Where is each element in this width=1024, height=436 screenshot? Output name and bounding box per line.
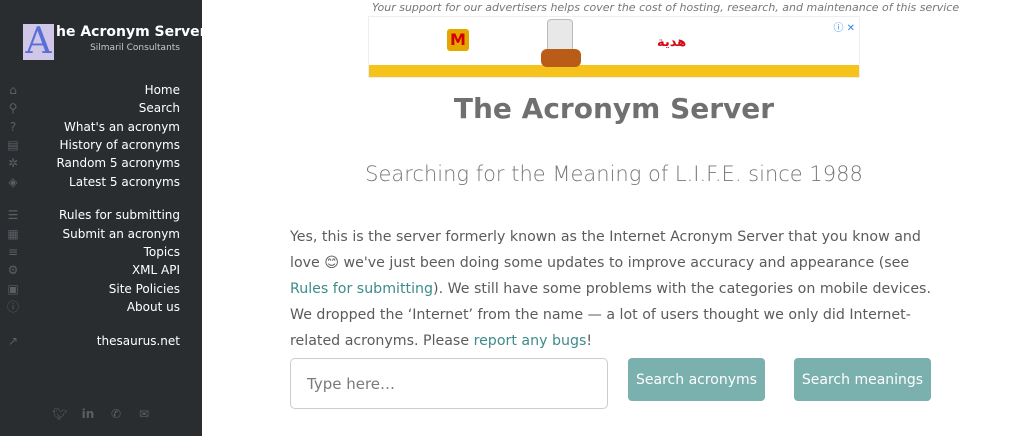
sidebar-item-thesaurus[interactable]: ↗ thesaurus.net [0, 333, 202, 351]
sidebar-item-history[interactable]: ▤ History of acronyms [0, 137, 202, 155]
twitter-icon[interactable]: 🐦︎ [52, 406, 68, 422]
list-ol-icon: ≡ [6, 245, 20, 259]
linkedin-icon[interactable]: in [80, 406, 96, 422]
ad-banner[interactable]: M هدية ⓘ ✕ [368, 16, 860, 78]
sidebar-item-topics[interactable]: ≡ Topics [0, 244, 202, 262]
report-bugs-link[interactable]: report any bugs [474, 333, 587, 349]
sidebar-item-latest[interactable]: ◈ Latest 5 acronyms [0, 174, 202, 192]
ad-support-note: Your support for our advertisers helps c… [372, 1, 959, 14]
phone-icon[interactable]: ✆ [108, 406, 124, 422]
cogs-icon: ⚙ [6, 263, 20, 277]
logo[interactable]: A [23, 24, 54, 60]
gear-icon: ✲ [6, 156, 20, 170]
sidebar-item-xml-api[interactable]: ⚙ XML API [0, 262, 202, 280]
ad-brand-logo: M [447, 29, 469, 51]
sidebar-item-label: Topics [144, 245, 180, 260]
ad-gift-text: هدية [657, 35, 686, 50]
page-title: The Acronym Server [368, 92, 860, 125]
sidebar-item-label: Random 5 acronyms [56, 156, 180, 171]
search-acronyms-button[interactable]: Search acronyms [628, 358, 765, 401]
info-icon: ⓘ [6, 300, 20, 314]
intro-paragraph: Yes, this is the server formerly known a… [290, 224, 942, 354]
sidebar-item-label: thesaurus.net [97, 334, 180, 349]
sidebar-item-search[interactable]: ⚲ Search [0, 100, 202, 118]
sidebar: A he Acronym Server Silmaril Consultants… [0, 0, 202, 436]
sidebar-item-home[interactable]: ⌂ Home [0, 82, 202, 100]
sidebar-item-label: Latest 5 acronyms [69, 175, 180, 190]
site-brand-title[interactable]: he Acronym Server [56, 24, 207, 40]
page-tagline: Searching for the Meaning of L.I.F.E. si… [340, 162, 888, 186]
search-meanings-button[interactable]: Search meanings [794, 358, 931, 401]
sidebar-item-label: Search [139, 101, 180, 116]
search-input[interactable] [290, 358, 608, 409]
search-icon: ⚲ [6, 101, 20, 115]
list-icon: ☰ [6, 208, 20, 222]
sidebar-item-label: Rules for submitting [59, 208, 180, 223]
intro-text: ! [586, 333, 592, 349]
external-link-icon: ↗ [6, 334, 20, 348]
sidebar-item-label: Home [145, 83, 180, 98]
sidebar-item-about[interactable]: ⓘ About us [0, 299, 202, 317]
social-links: 🐦︎ in ✆ ✉ [52, 406, 152, 422]
sidebar-item-rules[interactable]: ☰ Rules for submitting [0, 207, 202, 225]
lock-icon: ▣ [6, 282, 20, 296]
ad-close-icon[interactable]: ⓘ ✕ [833, 19, 855, 34]
ad-stripe [369, 65, 859, 78]
site-brand-subtitle: Silmaril Consultants [90, 43, 180, 53]
rules-link[interactable]: Rules for submitting [290, 281, 433, 297]
sidebar-item-label: Submit an acronym [62, 227, 180, 242]
sidebar-item-random[interactable]: ✲ Random 5 acronyms [0, 155, 202, 173]
intro-text: Yes, this is the server formerly known a… [290, 229, 921, 271]
table-icon: ▦ [6, 227, 20, 241]
sidebar-item-label: About us [127, 300, 180, 315]
sidebar-item-label: History of acronyms [60, 138, 181, 153]
sidebar-item-policies[interactable]: ▣ Site Policies [0, 281, 202, 299]
home-icon: ⌂ [6, 83, 20, 97]
sidebar-item-label: Site Policies [109, 282, 180, 297]
sidebar-item-whats-an-acronym[interactable]: ? What's an acronym [0, 119, 202, 137]
sidebar-item-label: What's an acronym [64, 120, 180, 135]
email-icon[interactable]: ✉ [136, 406, 152, 422]
sidebar-item-submit[interactable]: ▦ Submit an acronym [0, 226, 202, 244]
question-icon: ? [6, 120, 20, 134]
tags-icon: ◈ [6, 175, 20, 189]
ad-food-image [541, 49, 581, 67]
sidebar-item-label: XML API [132, 263, 180, 278]
book-icon: ▤ [6, 138, 20, 152]
